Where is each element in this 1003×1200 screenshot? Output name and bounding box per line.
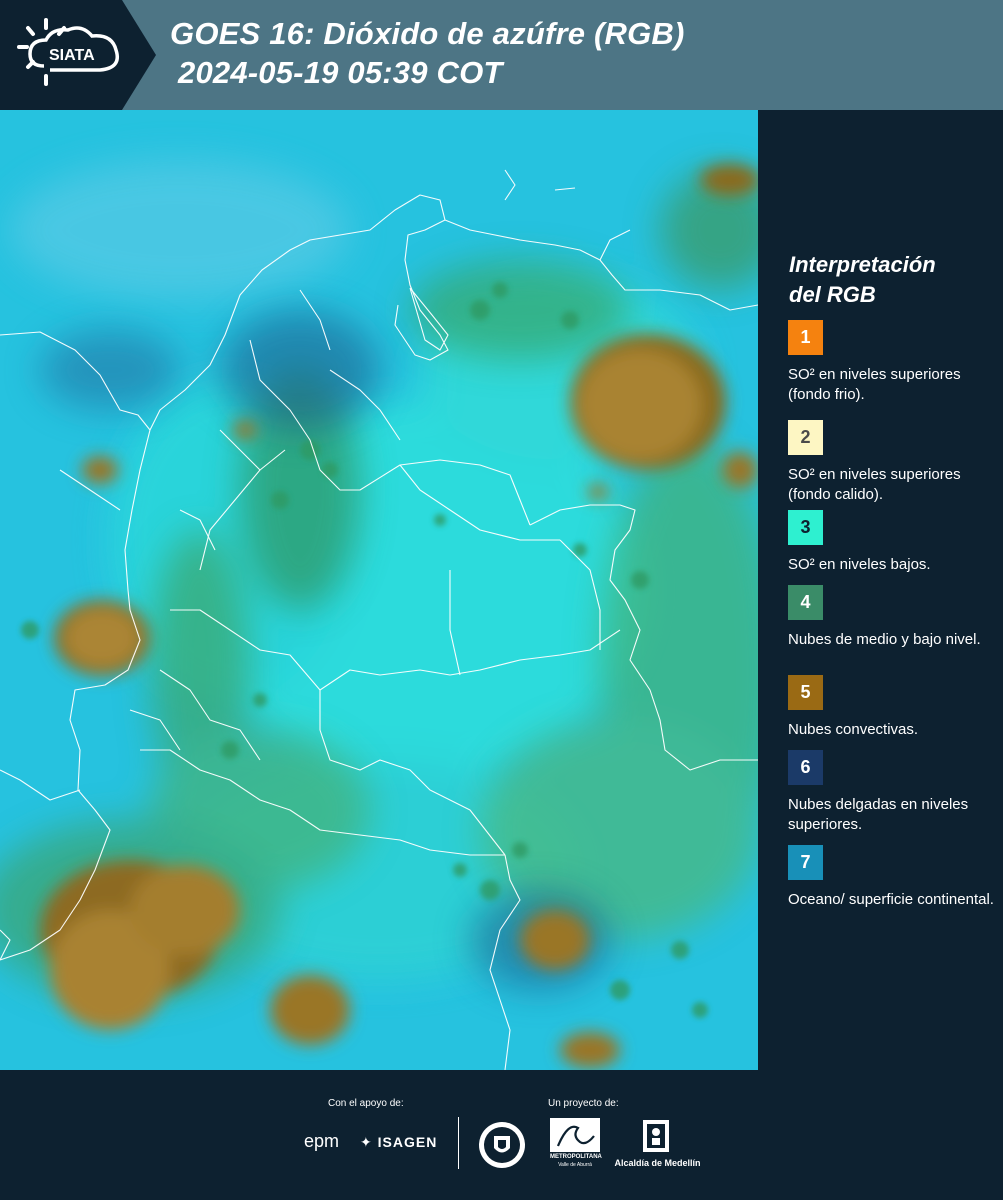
- page-timestamp: 2024-05-19 05:39 COT: [178, 55, 503, 90]
- legend-label: SO² en niveles bajos.: [788, 556, 931, 573]
- legend-swatch: 7: [788, 845, 823, 880]
- footer-divider: [458, 1117, 459, 1169]
- satellite-map[interactable]: [0, 110, 758, 1070]
- legend-swatch: 2: [788, 420, 823, 455]
- legend-label: Oceano/ superficie continental.: [788, 891, 994, 908]
- legend-item-2: 2 SO² en niveles superiores (fondo calido…: [788, 420, 998, 505]
- medellin-seal-logo[interactable]: [477, 1120, 527, 1175]
- legend-item-4: 4 Nubes de medio y bajo nivel.: [788, 585, 998, 650]
- legend-item-1: 1 SO² en niveles superiores (fondo frio).: [788, 320, 998, 405]
- legend-item-7: 7 Oceano/ superficie continental.: [788, 845, 998, 910]
- isagen-star-icon: ✦: [360, 1134, 373, 1150]
- isagen-logo[interactable]: ✦ ISAGEN: [360, 1134, 437, 1151]
- project-label: Un proyecto de:: [548, 1098, 619, 1109]
- legend-label: SO² en niveles superiores (fondo calido)…: [788, 466, 961, 503]
- legend-swatch: 1: [788, 320, 823, 355]
- legend-label: Nubes de medio y bajo nivel.: [788, 631, 981, 648]
- legend-item-5: 5 Nubes convectivas.: [788, 675, 998, 740]
- page-title: GOES 16: Dióxido de azúfre (RGB): [170, 16, 685, 51]
- legend-swatch: 4: [788, 585, 823, 620]
- legend-label: Nubes delgadas en niveles superiores.: [788, 796, 969, 833]
- rgb-legend-panel: Interpretación del RGB 1 SO² en niveles s…: [758, 110, 1003, 1070]
- alcaldia-medellin-logo[interactable]: Alcaldía de Medellín: [610, 1118, 705, 1170]
- legend-label: SO² en niveles superiores (fondo frio).: [788, 366, 961, 403]
- support-label: Con el apoyo de:: [328, 1098, 404, 1109]
- epm-logo[interactable]: epm: [304, 1131, 339, 1152]
- siata-logo-text: SIATA: [49, 47, 95, 64]
- siata-logo[interactable]: SIATA: [0, 0, 156, 110]
- header-bar: SIATA GOES 16: Dióxido de azúfre (RGB) 2…: [0, 0, 1003, 110]
- legend-swatch: 5: [788, 675, 823, 710]
- legend-item-6: 6 Nubes delgadas en niveles superiores.: [788, 750, 998, 835]
- footer-bar: Con el apoyo de: Un proyecto de: epm ✦ I…: [0, 1070, 1003, 1200]
- area-metropolitana-logo[interactable]: METROPOLITANA Valle de Aburrá: [550, 1118, 602, 1170]
- legend-item-3: 3 SO² en niveles bajos.: [788, 510, 998, 575]
- legend-label: Nubes convectivas.: [788, 721, 919, 738]
- legend-swatch: 3: [788, 510, 823, 545]
- legend-title: Interpretación del RGB: [789, 252, 936, 307]
- legend-swatch: 6: [788, 750, 823, 785]
